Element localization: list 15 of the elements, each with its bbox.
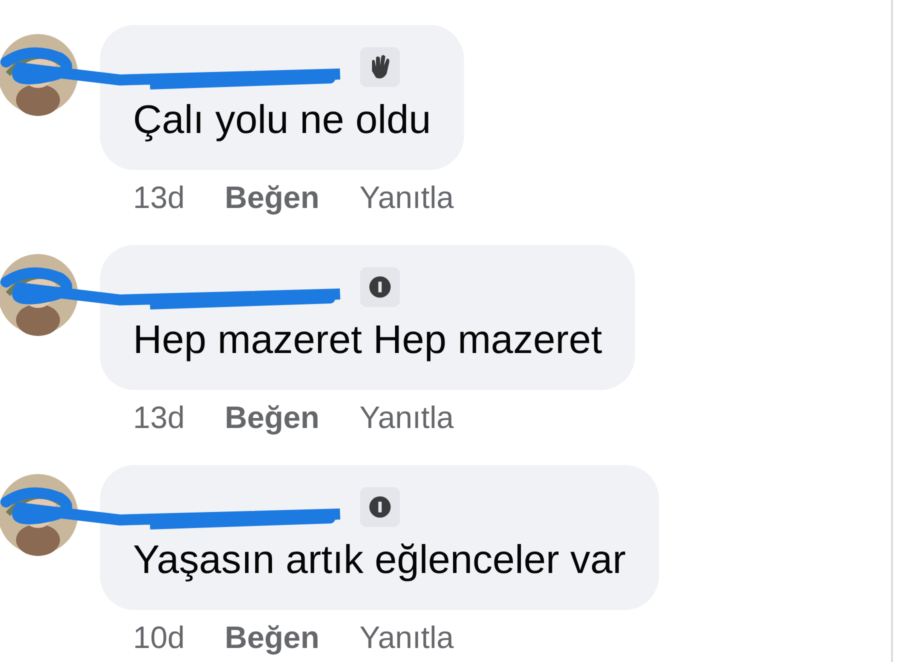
comment-time[interactable]: 13d [133, 400, 185, 436]
comment-time[interactable]: 10d [133, 620, 185, 656]
fan-badge-icon [360, 487, 400, 527]
reply-link[interactable]: Yanıtla [359, 180, 454, 216]
like-link[interactable]: Beğen [224, 400, 320, 436]
reply-link[interactable]: Yanıtla [359, 400, 454, 436]
comment-text: Yaşasın artık eğlenceler var [133, 537, 626, 584]
like-link[interactable]: Beğen [224, 620, 320, 656]
comment-time[interactable]: 13d [133, 180, 185, 216]
reply-link[interactable]: Yanıtla [359, 620, 454, 656]
fan-badge-icon [360, 267, 400, 307]
comment-text: Çalı yolu ne oldu [133, 97, 431, 144]
comment-text: Hep mazeret Hep mazeret [133, 317, 602, 364]
waving-hand-icon [360, 47, 400, 87]
like-link[interactable]: Beğen [224, 180, 320, 216]
